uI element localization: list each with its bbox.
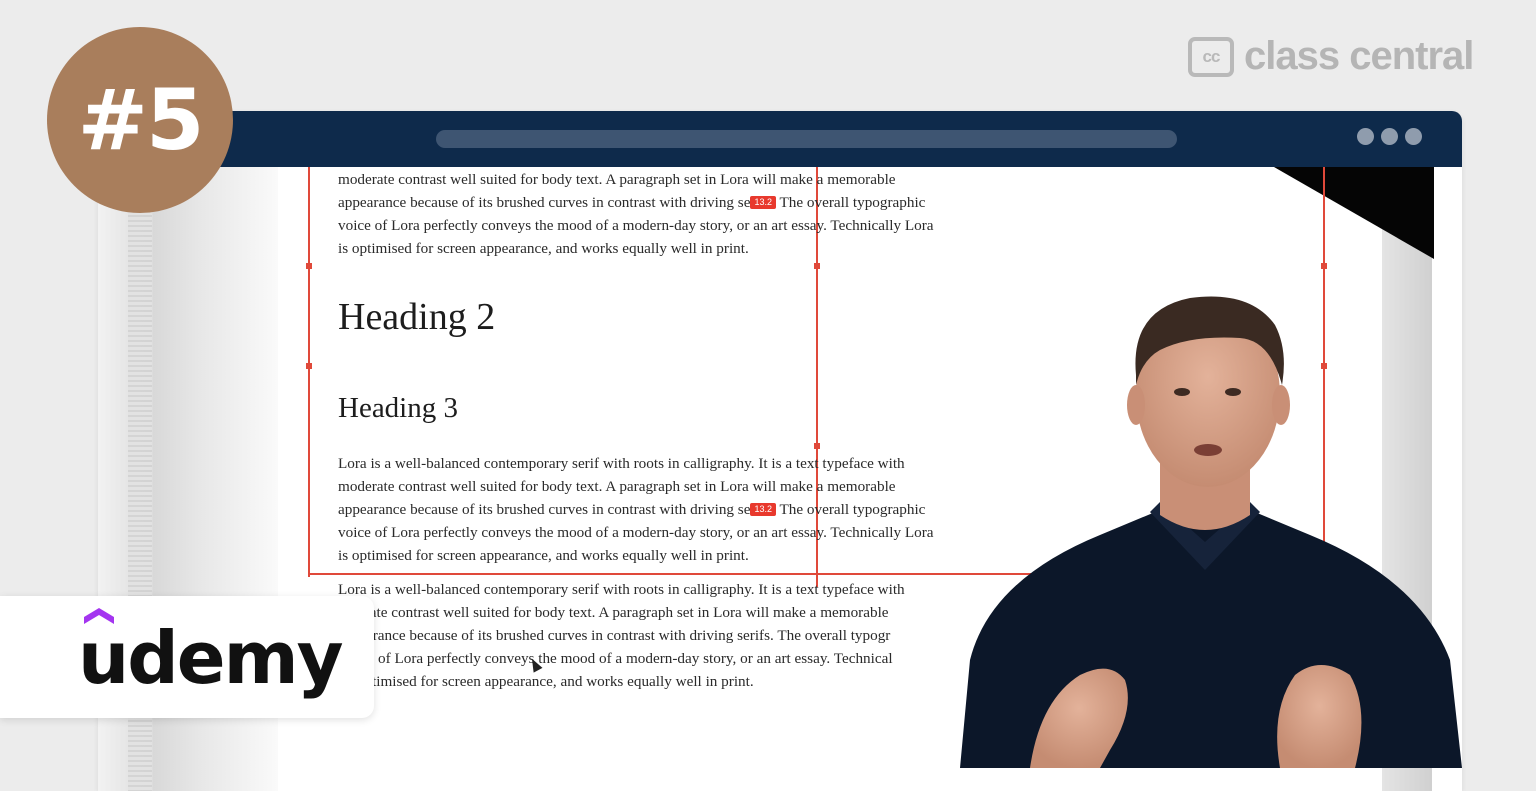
udemy-wordmark: udemy	[78, 616, 344, 700]
address-bar[interactable]	[436, 130, 1177, 148]
window-controls	[1357, 128, 1422, 145]
window-dot-icon[interactable]	[1381, 128, 1398, 145]
heading-3: Heading 3	[338, 392, 458, 424]
text-line: is optimised for screen appearance, and …	[338, 240, 749, 257]
class-central-icon: cc	[1188, 36, 1234, 77]
window-dot-icon[interactable]	[1405, 128, 1422, 145]
text-line: voice of Lora perfectly conveys the mood…	[338, 217, 934, 234]
grid-handle[interactable]	[1321, 263, 1327, 269]
text-line: voice of Lora perfectly conveys the mood…	[338, 524, 934, 541]
text-line: of Lora perfectly conveys the mood of a …	[378, 650, 893, 667]
body-paragraph-middle: Lora is a well-balanced contemporary ser…	[338, 452, 1038, 567]
corner-ribbon	[1274, 167, 1434, 259]
text-line: Lora is a well-balanced contemporary ser…	[338, 581, 905, 598]
text-line: timised for screen appearance, and works…	[372, 673, 754, 690]
text-line: moderate contrast well suited for body t…	[338, 478, 896, 495]
grid-handle[interactable]	[814, 443, 820, 449]
text-span: The overall typographic	[779, 501, 926, 518]
instructor-video	[960, 296, 1462, 768]
text-span: The overall typographic	[779, 194, 926, 211]
udemy-logo-card: udemy	[0, 596, 374, 718]
body-paragraph-bottom: Lora is a well-balanced contemporary ser…	[338, 578, 1038, 693]
text-line: appearance because of its brushed curves…	[338, 498, 1038, 521]
text-span: appearance because of its brushed curves…	[338, 194, 751, 211]
rank-number: #5	[77, 71, 205, 169]
grid-line-left	[308, 167, 310, 577]
text-line: erate contrast well suited for body text…	[358, 604, 889, 621]
grid-handle[interactable]	[306, 363, 312, 369]
text-line: appearance because of its brushed curves…	[338, 191, 1038, 214]
text-span: appearance because of its brushed curves…	[338, 501, 751, 518]
grid-handle[interactable]	[814, 263, 820, 269]
text-line: arance because of its brushed curves in …	[366, 627, 891, 644]
text-line: is optimised for screen appearance, and …	[338, 547, 749, 564]
body-paragraph-top: moderate contrast well suited for body t…	[338, 168, 1038, 260]
text-line: moderate contrast well suited for body t…	[338, 171, 896, 188]
class-central-wordmark: class central	[1244, 34, 1474, 78]
window-titlebar	[98, 111, 1462, 167]
class-central-logo: cc class central	[1188, 34, 1474, 79]
text-line: Lora is a well-balanced contemporary ser…	[338, 455, 905, 472]
heading-2: Heading 2	[338, 296, 496, 338]
grid-handle[interactable]	[306, 263, 312, 269]
window-dot-icon[interactable]	[1357, 128, 1374, 145]
width-badge: 13.2	[750, 196, 776, 209]
rank-badge: #5	[47, 27, 233, 213]
width-badge: 13.2	[750, 503, 776, 516]
